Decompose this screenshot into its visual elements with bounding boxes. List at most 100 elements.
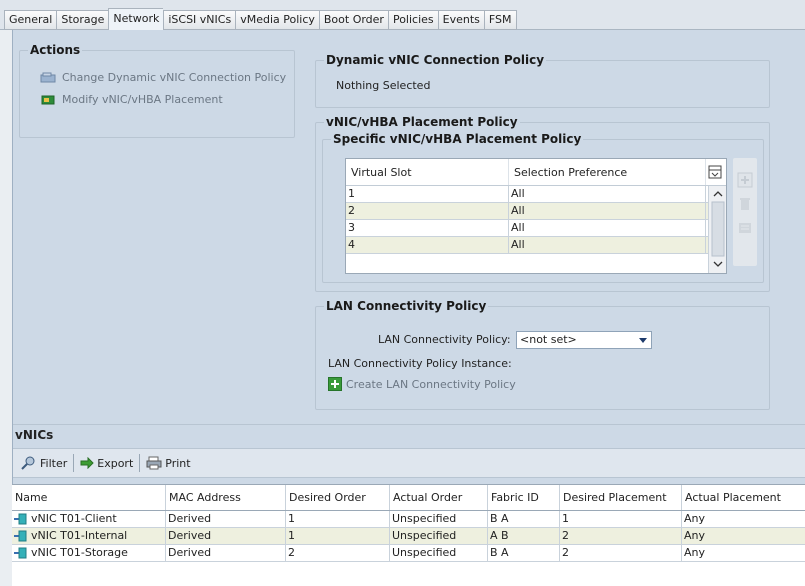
placement-scrollbar[interactable] (708, 186, 726, 273)
vnic-name-cell: vNIC T01-Internal (12, 528, 166, 544)
preference-cell: All (509, 203, 706, 219)
vnics-table: Name MAC Address Desired Order Actual Or… (12, 484, 805, 586)
modify-placement-link[interactable]: Modify vNIC/vHBA Placement (40, 93, 223, 106)
col-desired-placement[interactable]: Desired Placement (560, 485, 682, 510)
table-row[interactable]: 3 All (346, 220, 726, 237)
slot-cell: 3 (346, 220, 509, 236)
tab-boot-order[interactable]: Boot Order (318, 10, 388, 30)
desired-order-cell: 1 (286, 528, 390, 544)
mac-cell: Derived (166, 511, 286, 527)
dynamic-policy-value: Nothing Selected (336, 79, 431, 92)
col-actual-order[interactable]: Actual Order (390, 485, 488, 510)
vnics-title: vNICs (15, 428, 54, 442)
col-actual-placement[interactable]: Actual Placement (682, 485, 805, 510)
lan-instance-label: LAN Connectivity Policy Instance: (328, 357, 512, 370)
tab-iscsi-vnics[interactable]: iSCSI vNICs (163, 10, 236, 30)
actual-placement-cell: Any (684, 529, 706, 542)
slot-cell: 4 (346, 237, 509, 253)
card-icon (41, 95, 55, 104)
toolbar-separator (73, 454, 75, 472)
export-arrow-icon (80, 457, 94, 469)
tab-events[interactable]: Events (437, 10, 484, 30)
dynamic-vnic-policy-group: Dynamic vNIC Connection Policy Nothing S… (315, 53, 770, 108)
col-name[interactable]: Name (12, 485, 166, 510)
mac-cell: Derived (166, 528, 286, 544)
actual-order-cell: Unspecified (390, 528, 488, 544)
table-row[interactable]: vNIC T01-Storage Derived 2 Unspecified B… (12, 545, 805, 562)
placement-policy-title: vNIC/vHBA Placement Policy (324, 115, 520, 129)
scroll-up-icon (713, 191, 723, 197)
filter-button[interactable]: Filter (19, 456, 69, 470)
print-icon (146, 456, 162, 470)
tab-fsm[interactable]: FSM (483, 10, 517, 30)
table-row[interactable]: 2 All (346, 203, 726, 220)
desired-placement-cell: 2 (560, 528, 682, 544)
create-lan-policy-label: Create LAN Connectivity Policy (346, 377, 516, 391)
actual-placement-cell: Any (684, 512, 706, 525)
preference-cell: All (509, 186, 706, 202)
table-row[interactable]: vNIC T01-Internal Derived 1 Unspecified … (12, 528, 805, 545)
col-mac-address[interactable]: MAC Address (166, 485, 286, 510)
column-chooser-icon (708, 165, 722, 179)
vnics-divider (13, 424, 805, 425)
toolbar-separator (139, 454, 141, 472)
properties-icon[interactable] (737, 220, 753, 236)
tab-vmedia-policy[interactable]: vMedia Policy (235, 10, 319, 30)
mac-cell: Derived (166, 545, 286, 561)
preference-cell: All (509, 237, 706, 253)
vnic-icon (14, 530, 27, 542)
actions-group: Actions Change Dynamic vNIC Connection P… (19, 43, 295, 138)
placement-policy-group: vNIC/vHBA Placement Policy Specific vNIC… (315, 115, 770, 292)
col-virtual-slot[interactable]: Virtual Slot (346, 159, 509, 185)
network-change-icon (40, 72, 56, 82)
trash-icon[interactable] (737, 196, 753, 212)
column-chooser[interactable] (706, 159, 726, 185)
change-dynamic-vnic-policy-link[interactable]: Change Dynamic vNIC Connection Policy (40, 71, 286, 84)
print-button[interactable]: Print (144, 456, 192, 470)
actual-placement-cell: Any (684, 546, 706, 559)
specific-placement-title: Specific vNIC/vHBA Placement Policy (331, 132, 584, 146)
lan-policy-select[interactable]: <not set> (516, 331, 652, 349)
create-lan-policy-link[interactable]: Create LAN Connectivity Policy (328, 377, 516, 391)
filter-icon (21, 456, 35, 470)
tab-network[interactable]: Network (108, 8, 164, 30)
add-icon[interactable] (737, 172, 753, 188)
placement-table: Virtual Slot Selection Preference 1 All (345, 158, 727, 274)
filter-label: Filter (40, 456, 68, 470)
tab-bar: General Storage Network iSCSI vNICs vMed… (0, 0, 805, 30)
col-desired-order[interactable]: Desired Order (286, 485, 390, 510)
vnic-name: vNIC T01-Storage (31, 546, 128, 559)
vnic-icon (14, 513, 27, 525)
vnic-name: vNIC T01-Client (31, 512, 117, 525)
scrollbar-arrows (711, 191, 725, 267)
table-row[interactable]: vNIC T01-Client Derived 1 Unspecified B … (12, 511, 805, 528)
col-fabric-id[interactable]: Fabric ID (488, 485, 560, 510)
fabric-id-cell: B A (488, 511, 560, 527)
chevron-down-icon (639, 338, 647, 343)
actions-title: Actions (28, 43, 83, 57)
export-label: Export (97, 456, 134, 470)
placement-side-toolbar (733, 158, 757, 266)
tab-general[interactable]: General (4, 10, 57, 30)
actual-order-cell: Unspecified (390, 545, 488, 561)
table-row[interactable]: 1 All (346, 186, 726, 203)
export-button[interactable]: Export (78, 457, 135, 470)
preference-cell: All (509, 220, 706, 236)
vnic-name-cell: vNIC T01-Client (12, 511, 166, 527)
vnic-icon (14, 547, 27, 559)
vnic-name-cell: vNIC T01-Storage (12, 545, 166, 561)
desired-order-cell: 1 (286, 511, 390, 527)
actual-order-cell: Unspecified (390, 511, 488, 527)
tab-storage[interactable]: Storage (56, 10, 109, 30)
tab-policies[interactable]: Policies (387, 10, 438, 30)
vnics-toolbar: Filter Export Print (13, 448, 805, 478)
placement-table-header: Virtual Slot Selection Preference (346, 159, 726, 186)
col-selection-preference[interactable]: Selection Preference (509, 159, 706, 185)
specific-placement-group: Specific vNIC/vHBA Placement Policy Virt… (322, 132, 764, 283)
desired-placement-cell: 1 (560, 511, 682, 527)
desired-order-cell: 2 (286, 545, 390, 561)
lan-policy-selected: <not set> (520, 333, 577, 346)
fabric-id-cell: B A (488, 545, 560, 561)
slot-cell: 2 (346, 203, 509, 219)
table-row[interactable]: 4 All (346, 237, 726, 254)
